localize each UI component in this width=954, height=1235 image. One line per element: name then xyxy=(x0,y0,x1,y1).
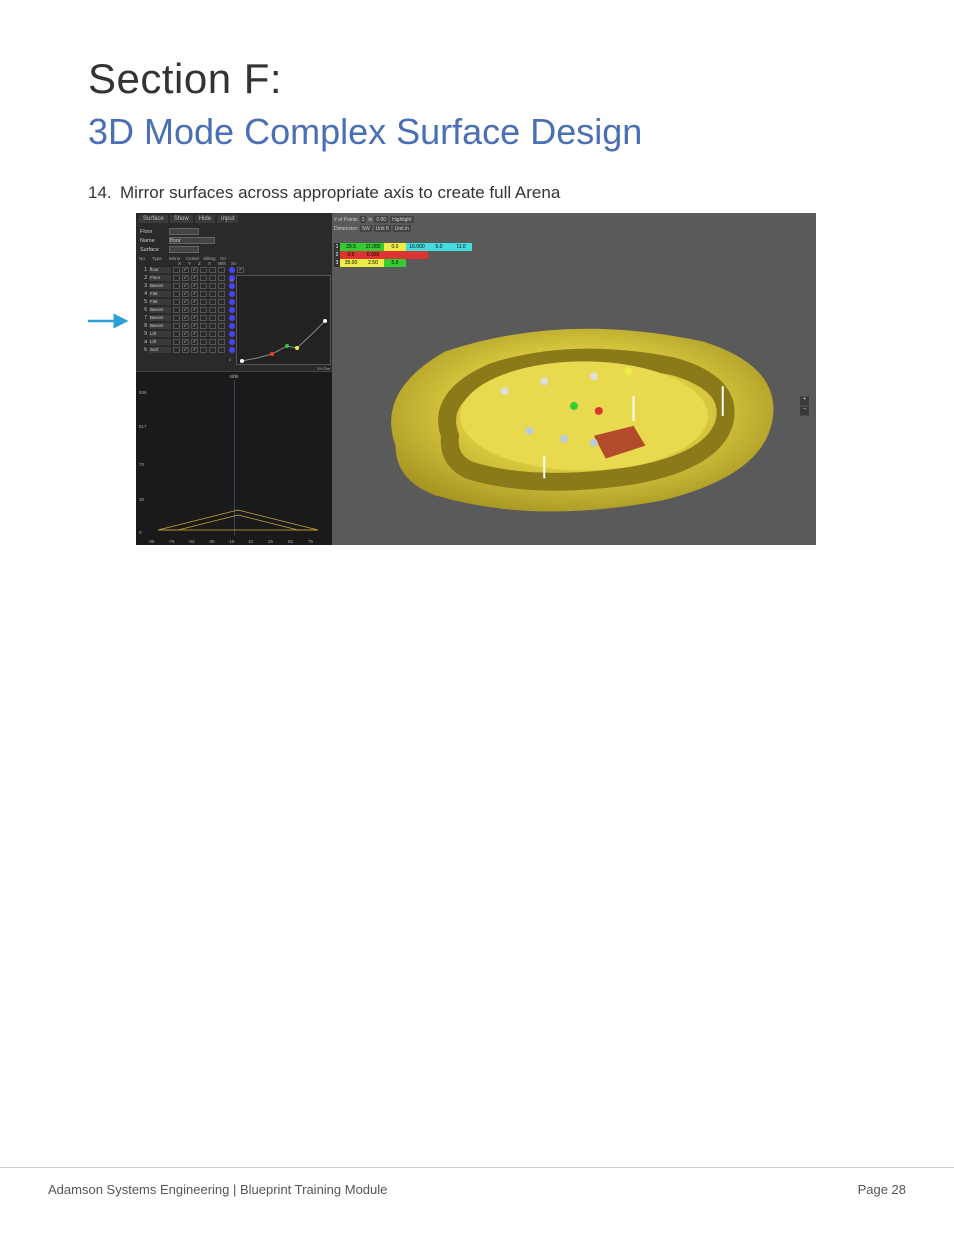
dimension-value[interactable]: SW xyxy=(360,225,372,232)
step-text: 14.Mirror surfaces across appropriate ax… xyxy=(88,183,906,203)
side-x-tick: -15 xyxy=(228,539,235,544)
side-y-tick: 936 xyxy=(139,390,147,395)
le-value[interactable]: 0.00 xyxy=(374,216,388,223)
zoom-out-button[interactable]: − xyxy=(800,407,809,416)
zoom-in-button[interactable]: + xyxy=(800,397,809,406)
profile-y-bot: 0 xyxy=(229,357,231,362)
floor-label: Floor xyxy=(140,229,166,235)
unit-ft-button[interactable]: Unit ft xyxy=(374,225,391,232)
floor-select[interactable] xyxy=(169,228,199,235)
points-label: # of Points xyxy=(334,217,358,223)
side-x-tick: 25 xyxy=(268,539,273,544)
side-x-tick: -75 xyxy=(168,539,175,544)
footer-right: Page 28 xyxy=(858,1182,906,1197)
highlight-button[interactable]: Highlight xyxy=(390,216,413,223)
surface-label: Surface xyxy=(140,247,166,253)
section-title: 3D Mode Complex Surface Design xyxy=(88,111,906,153)
dimension-label: Dimension xyxy=(334,226,358,232)
name-input[interactable]: floor xyxy=(169,237,215,244)
side-x-tick: 10 xyxy=(248,539,253,544)
side-y-tick: 0 xyxy=(139,530,142,535)
left-panel: Surface Show Hide Input Floor Namefloor … xyxy=(136,213,332,545)
app-screenshot: Surface Show Hide Input Floor Namefloor … xyxy=(136,213,816,545)
viewport-zoom-controls: + − xyxy=(800,396,810,417)
coordinate-data-table: 129.511.0000.016.0005.011.020.00.000335.… xyxy=(334,243,472,267)
side-y-tick: 517 xyxy=(139,424,147,429)
points-value[interactable]: 3 xyxy=(360,216,367,223)
tab-hide[interactable]: Hide xyxy=(195,215,215,223)
step-number: 14. xyxy=(88,183,120,203)
3d-viewport[interactable]: + − xyxy=(336,271,812,541)
tab-surface[interactable]: Surface xyxy=(139,215,168,223)
side-x-tick: 52 xyxy=(288,539,293,544)
surface-row[interactable]: 1floor xyxy=(139,266,332,274)
surface-select[interactable] xyxy=(169,246,199,253)
tab-bar: Surface Show Hide Input xyxy=(136,213,332,225)
top-right-controls: # of Points 3 le 0.00 Highlight Dimensio… xyxy=(334,215,414,233)
side-y-tick: 70 xyxy=(139,462,144,467)
step-body: Mirror surfaces across appropriate axis … xyxy=(120,183,560,202)
side-elevation-chart: side 936 517 70 30 0 -05 -75 -52 -30 -15 xyxy=(136,371,332,545)
unit-in-button[interactable]: Unit in xyxy=(393,225,411,232)
screenshot-figure: Surface Show Hide Input Floor Namefloor … xyxy=(136,213,906,545)
side-x-tick: 75 xyxy=(308,539,313,544)
tab-show[interactable]: Show xyxy=(170,215,193,223)
le-label: le xyxy=(368,217,372,223)
side-x-tick: -30 xyxy=(208,539,215,544)
side-y-tick: 30 xyxy=(139,497,144,502)
tab-input[interactable]: Input xyxy=(217,215,238,223)
callout-arrow-icon xyxy=(86,313,132,329)
profile-y-top: 10 xyxy=(229,278,233,283)
profile-chart: 10 0 XY/Om xyxy=(236,275,331,365)
side-x-tick: -52 xyxy=(188,539,195,544)
side-x-tick: -05 xyxy=(148,539,155,544)
name-label: Name xyxy=(140,238,166,244)
section-label: Section F: xyxy=(88,55,906,103)
page-footer: Adamson Systems Engineering | Blueprint … xyxy=(0,1167,954,1197)
footer-left: Adamson Systems Engineering | Blueprint … xyxy=(48,1182,387,1197)
